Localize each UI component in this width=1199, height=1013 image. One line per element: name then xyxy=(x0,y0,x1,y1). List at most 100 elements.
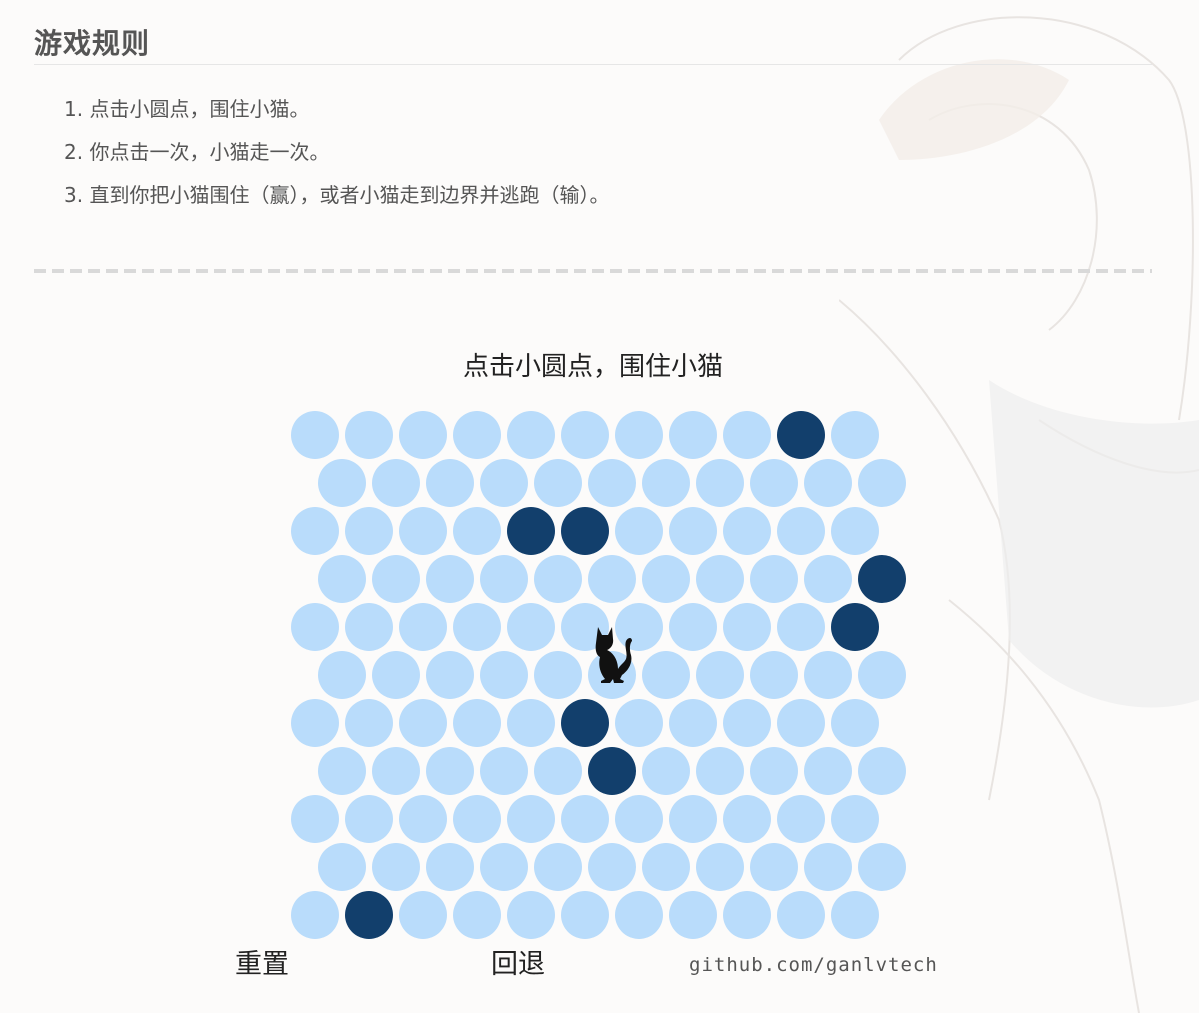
empty-dot[interactable] xyxy=(318,555,366,603)
empty-dot[interactable] xyxy=(453,507,501,555)
empty-dot[interactable] xyxy=(534,843,582,891)
empty-dot[interactable] xyxy=(291,507,339,555)
wall-dot[interactable] xyxy=(345,891,393,939)
empty-dot[interactable] xyxy=(507,699,555,747)
empty-dot[interactable] xyxy=(480,651,528,699)
empty-dot[interactable] xyxy=(615,507,663,555)
credit-link[interactable]: github.com/ganlvtech xyxy=(689,954,938,976)
empty-dot[interactable] xyxy=(345,507,393,555)
empty-dot[interactable] xyxy=(291,603,339,651)
empty-dot[interactable] xyxy=(534,651,582,699)
empty-dot[interactable] xyxy=(642,651,690,699)
wall-dot[interactable] xyxy=(588,747,636,795)
empty-dot[interactable] xyxy=(399,699,447,747)
empty-dot[interactable] xyxy=(831,795,879,843)
empty-dot[interactable] xyxy=(480,459,528,507)
empty-dot[interactable] xyxy=(426,459,474,507)
empty-dot[interactable] xyxy=(696,843,744,891)
empty-dot[interactable] xyxy=(372,651,420,699)
empty-dot[interactable] xyxy=(399,891,447,939)
empty-dot[interactable] xyxy=(507,891,555,939)
empty-dot[interactable] xyxy=(777,891,825,939)
empty-dot[interactable] xyxy=(345,795,393,843)
empty-dot[interactable] xyxy=(696,555,744,603)
wall-dot[interactable] xyxy=(777,411,825,459)
empty-dot[interactable] xyxy=(399,411,447,459)
empty-dot[interactable] xyxy=(777,795,825,843)
empty-dot[interactable] xyxy=(642,459,690,507)
empty-dot[interactable] xyxy=(291,699,339,747)
empty-dot[interactable] xyxy=(534,459,582,507)
empty-dot[interactable] xyxy=(561,891,609,939)
wall-dot[interactable] xyxy=(858,555,906,603)
empty-dot[interactable] xyxy=(561,411,609,459)
empty-dot[interactable] xyxy=(642,555,690,603)
empty-dot[interactable] xyxy=(399,795,447,843)
empty-dot[interactable] xyxy=(723,603,771,651)
empty-dot[interactable] xyxy=(831,891,879,939)
empty-dot[interactable] xyxy=(777,603,825,651)
empty-dot[interactable] xyxy=(669,603,717,651)
empty-dot[interactable] xyxy=(615,795,663,843)
empty-dot[interactable] xyxy=(507,603,555,651)
empty-dot[interactable] xyxy=(750,651,798,699)
empty-dot[interactable] xyxy=(453,699,501,747)
empty-dot[interactable] xyxy=(723,795,771,843)
empty-dot[interactable] xyxy=(588,459,636,507)
empty-dot[interactable] xyxy=(615,891,663,939)
wall-dot[interactable] xyxy=(561,507,609,555)
empty-dot[interactable] xyxy=(399,603,447,651)
empty-dot[interactable] xyxy=(642,843,690,891)
empty-dot[interactable] xyxy=(858,843,906,891)
empty-dot[interactable] xyxy=(858,459,906,507)
empty-dot[interactable] xyxy=(831,699,879,747)
empty-dot[interactable] xyxy=(723,507,771,555)
wall-dot[interactable] xyxy=(831,603,879,651)
empty-dot[interactable] xyxy=(723,891,771,939)
empty-dot[interactable] xyxy=(372,843,420,891)
empty-dot[interactable] xyxy=(669,795,717,843)
empty-dot[interactable] xyxy=(669,891,717,939)
empty-dot[interactable] xyxy=(561,603,609,651)
empty-dot[interactable] xyxy=(318,651,366,699)
empty-dot[interactable] xyxy=(588,555,636,603)
empty-dot[interactable] xyxy=(804,459,852,507)
empty-dot[interactable] xyxy=(804,747,852,795)
empty-dot[interactable] xyxy=(723,699,771,747)
empty-dot[interactable] xyxy=(669,699,717,747)
empty-dot[interactable] xyxy=(453,795,501,843)
empty-dot[interactable] xyxy=(804,651,852,699)
undo-button[interactable]: 回退 xyxy=(491,942,545,981)
empty-dot[interactable] xyxy=(669,507,717,555)
empty-dot[interactable] xyxy=(480,843,528,891)
empty-dot[interactable] xyxy=(534,747,582,795)
empty-dot[interactable] xyxy=(858,651,906,699)
empty-dot[interactable] xyxy=(453,603,501,651)
empty-dot[interactable] xyxy=(426,651,474,699)
empty-dot[interactable] xyxy=(831,507,879,555)
empty-dot[interactable] xyxy=(615,699,663,747)
empty-dot[interactable] xyxy=(750,555,798,603)
empty-dot[interactable] xyxy=(480,747,528,795)
empty-dot[interactable] xyxy=(399,507,447,555)
empty-dot[interactable] xyxy=(291,891,339,939)
empty-dot[interactable] xyxy=(615,411,663,459)
empty-dot[interactable] xyxy=(372,747,420,795)
empty-dot[interactable] xyxy=(345,603,393,651)
empty-dot[interactable] xyxy=(372,555,420,603)
empty-dot[interactable] xyxy=(723,411,771,459)
empty-dot[interactable] xyxy=(507,411,555,459)
empty-dot[interactable] xyxy=(426,843,474,891)
empty-dot[interactable] xyxy=(291,411,339,459)
empty-dot[interactable] xyxy=(372,459,420,507)
empty-dot[interactable] xyxy=(750,459,798,507)
empty-dot[interactable] xyxy=(804,555,852,603)
empty-dot[interactable] xyxy=(777,507,825,555)
empty-dot[interactable] xyxy=(507,795,555,843)
empty-dot[interactable] xyxy=(453,411,501,459)
empty-dot[interactable] xyxy=(804,843,852,891)
wall-dot[interactable] xyxy=(561,699,609,747)
empty-dot[interactable] xyxy=(345,411,393,459)
empty-dot[interactable] xyxy=(750,843,798,891)
empty-dot[interactable] xyxy=(318,843,366,891)
